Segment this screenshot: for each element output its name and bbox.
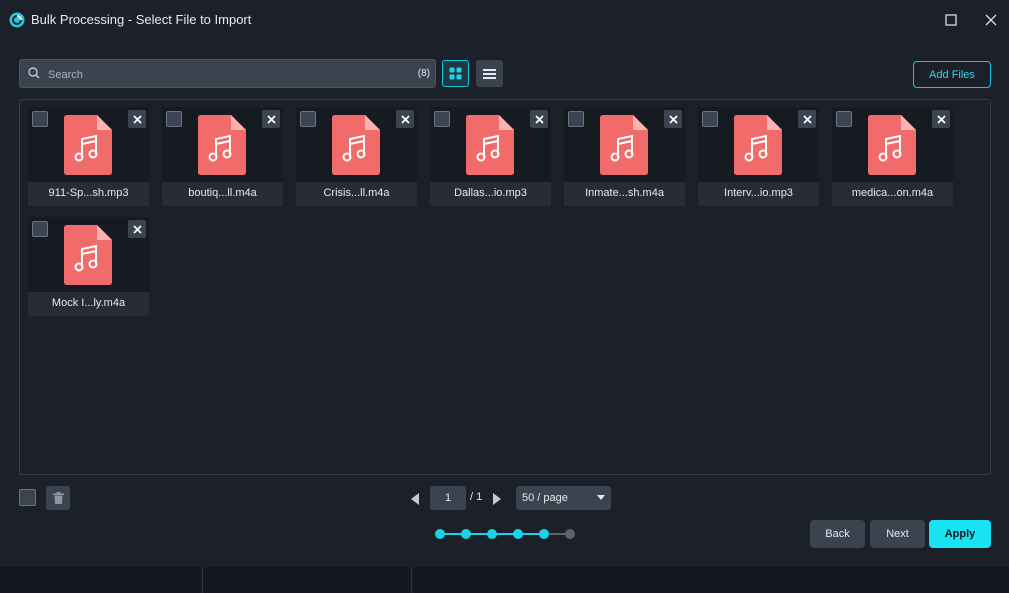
close-icon xyxy=(802,114,812,124)
close-icon xyxy=(132,114,142,124)
file-name: 911-Sp...sh.mp3 xyxy=(48,187,129,199)
grid-icon xyxy=(449,67,462,80)
per-page-value: 50 / page xyxy=(522,492,568,504)
audio-file-icon xyxy=(734,115,782,175)
total-pages: / 1 xyxy=(470,491,483,503)
close-icon xyxy=(400,114,410,124)
file-card[interactable]: Crisis...ll.m4a xyxy=(296,107,417,206)
per-page-select[interactable]: 50 / page xyxy=(516,486,611,510)
list-icon xyxy=(483,68,496,79)
close-icon xyxy=(266,114,276,124)
remove-file-button[interactable] xyxy=(664,110,682,128)
file-count-badge: (8) xyxy=(417,68,430,79)
file-card[interactable]: boutiq...ll.m4a xyxy=(162,107,283,206)
audio-file-icon xyxy=(332,115,380,175)
taskbar-divider xyxy=(411,567,412,593)
title-bar: Bulk Processing - Select File to Import xyxy=(0,0,1009,40)
audio-file-icon xyxy=(868,115,916,175)
step-dot xyxy=(539,529,549,539)
file-name: medica...on.m4a xyxy=(851,187,934,199)
step-dot xyxy=(435,529,445,539)
select-all-checkbox[interactable] xyxy=(19,489,36,506)
taskbar xyxy=(0,567,1009,593)
file-checkbox[interactable] xyxy=(702,111,718,127)
file-grid-panel: 911-Sp...sh.mp3 boutiq...ll.m4a Crisis..… xyxy=(19,99,991,475)
next-button[interactable]: Next xyxy=(870,520,925,548)
audio-file-icon xyxy=(198,115,246,175)
search-icon xyxy=(28,67,40,79)
maximize-icon[interactable] xyxy=(941,10,961,30)
file-card[interactable]: Interv...io.mp3 xyxy=(698,107,819,206)
next-page-icon[interactable] xyxy=(492,492,502,510)
grid-view-button[interactable] xyxy=(442,60,469,87)
file-card[interactable]: 911-Sp...sh.mp3 xyxy=(28,107,149,206)
file-checkbox[interactable] xyxy=(166,111,182,127)
file-card[interactable]: Dallas...io.mp3 xyxy=(430,107,551,206)
taskbar-divider xyxy=(202,567,203,593)
audio-file-icon xyxy=(600,115,648,175)
file-name: Inmate...sh.m4a xyxy=(585,187,664,199)
step-dot xyxy=(487,529,497,539)
remove-file-button[interactable] xyxy=(530,110,548,128)
remove-file-button[interactable] xyxy=(932,110,950,128)
apply-button[interactable]: Apply xyxy=(929,520,991,548)
file-checkbox[interactable] xyxy=(300,111,316,127)
previous-page-icon[interactable] xyxy=(410,492,420,510)
file-card[interactable]: Mock I...ly.m4a xyxy=(28,217,149,316)
file-checkbox[interactable] xyxy=(32,221,48,237)
audio-file-icon xyxy=(466,115,514,175)
remove-file-button[interactable] xyxy=(396,110,414,128)
remove-file-button[interactable] xyxy=(798,110,816,128)
close-icon xyxy=(936,114,946,124)
file-name: Interv...io.mp3 xyxy=(724,187,793,199)
step-dot xyxy=(513,529,523,539)
file-name: boutiq...ll.m4a xyxy=(188,187,257,199)
file-checkbox[interactable] xyxy=(434,111,450,127)
close-icon xyxy=(668,114,678,124)
close-icon[interactable] xyxy=(981,10,1001,30)
file-checkbox[interactable] xyxy=(568,111,584,127)
close-icon xyxy=(132,224,142,234)
progress-stepper xyxy=(435,529,575,539)
step-dot xyxy=(461,529,471,539)
chevron-down-icon xyxy=(597,495,605,500)
file-card[interactable]: medica...on.m4a xyxy=(832,107,953,206)
window-title: Bulk Processing - Select File to Import xyxy=(31,12,252,27)
search-input[interactable] xyxy=(46,64,410,86)
file-name: Dallas...io.mp3 xyxy=(454,187,527,199)
file-name: Crisis...ll.m4a xyxy=(323,187,390,199)
trash-icon xyxy=(52,492,64,504)
file-checkbox[interactable] xyxy=(32,111,48,127)
remove-file-button[interactable] xyxy=(262,110,280,128)
app-logo-icon xyxy=(9,12,25,28)
file-name: Mock I...ly.m4a xyxy=(51,297,126,309)
close-icon xyxy=(534,114,544,124)
remove-file-button[interactable] xyxy=(128,220,146,238)
step-dot xyxy=(565,529,575,539)
remove-file-button[interactable] xyxy=(128,110,146,128)
current-page-input[interactable]: 1 xyxy=(430,486,466,510)
search-box[interactable]: (8) xyxy=(19,59,436,88)
back-button[interactable]: Back xyxy=(810,520,865,548)
file-card[interactable]: Inmate...sh.m4a xyxy=(564,107,685,206)
add-files-button[interactable]: Add Files xyxy=(913,61,991,88)
audio-file-icon xyxy=(64,115,112,175)
delete-selected-button[interactable] xyxy=(46,486,70,510)
audio-file-icon xyxy=(64,225,112,285)
list-view-button[interactable] xyxy=(476,60,503,87)
file-checkbox[interactable] xyxy=(836,111,852,127)
